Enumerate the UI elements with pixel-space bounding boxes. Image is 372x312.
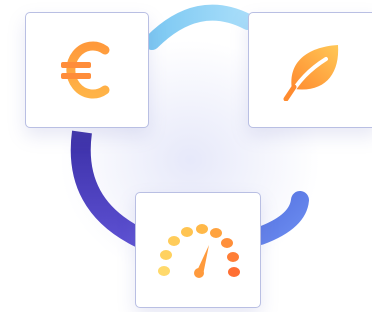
illustration [0, 0, 372, 312]
speedometer-icon [158, 224, 240, 278]
ring-left-segment [70, 130, 145, 247]
euro-icon [61, 41, 110, 99]
ring-top-segment [144, 4, 256, 50]
leaf-card [248, 12, 372, 128]
leaf-icon [283, 45, 339, 101]
gauge-card [135, 192, 261, 308]
ring-right-segment [251, 191, 309, 245]
euro-card [25, 12, 149, 128]
